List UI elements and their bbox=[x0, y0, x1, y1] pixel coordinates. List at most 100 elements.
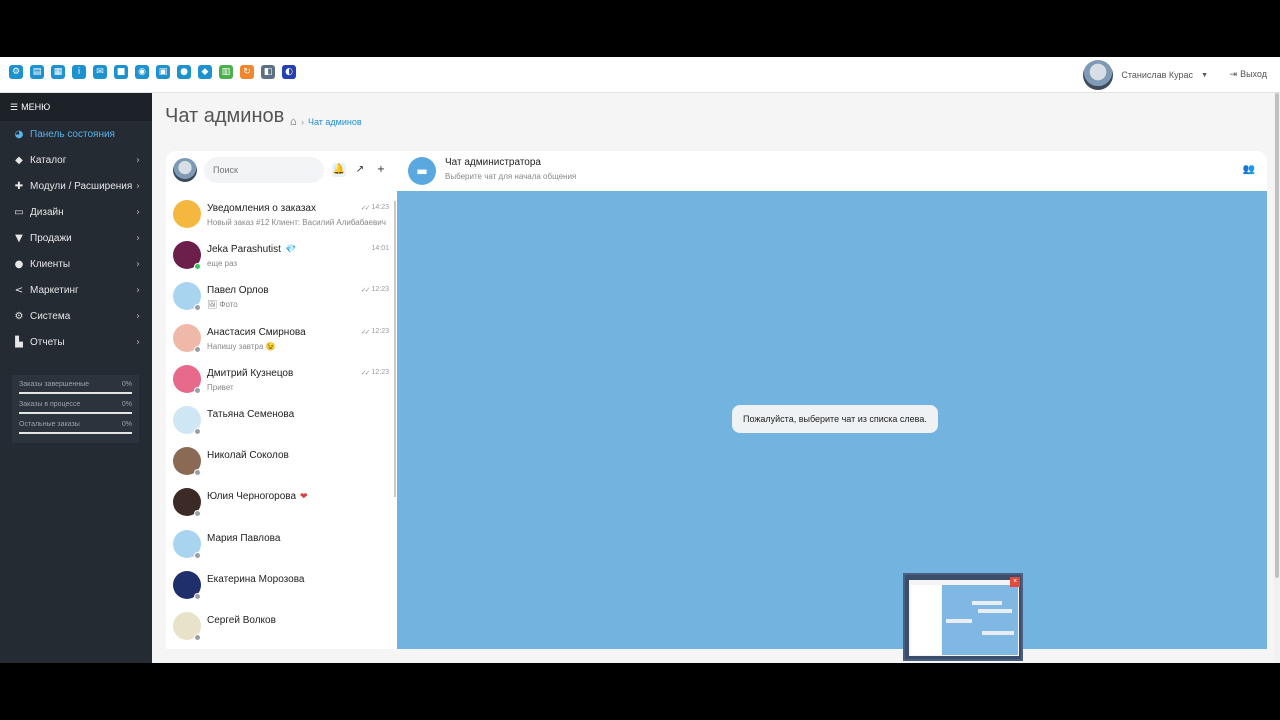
sidebar-item-5[interactable]: ▼ Продажи › bbox=[0, 225, 152, 251]
user-avatar[interactable] bbox=[1083, 60, 1114, 90]
presence-indicator bbox=[194, 469, 201, 477]
bell-icon[interactable]: 🔔 bbox=[332, 163, 346, 177]
external-link-icon[interactable]: ↗ bbox=[353, 163, 367, 177]
logout-label: Выход bbox=[1240, 69, 1267, 79]
sidebar-item-8[interactable]: ⚙ Система › bbox=[0, 303, 152, 329]
chat-list-item[interactable]: Уведомления о заказах Новый заказ #12 Кли… bbox=[166, 195, 392, 236]
message-time: ✓✓ 12:23 bbox=[361, 286, 389, 294]
last-message: Новый заказ #12 Клиент: Василий Алибабае… bbox=[207, 218, 386, 227]
double-check-icon: ✓✓ bbox=[360, 286, 371, 295]
last-message: Привет bbox=[207, 382, 234, 392]
logout-button[interactable]: ⇥ Выход bbox=[1230, 69, 1267, 80]
stat-value: 0% bbox=[121, 421, 132, 428]
spreadsheet-icon[interactable]: ▥ bbox=[219, 65, 233, 79]
chat-name-text: Jeka Parashutist bbox=[207, 244, 281, 256]
menu-toggle[interactable]: ☰ МЕНЮ bbox=[0, 93, 152, 121]
chat-list-scrollbar[interactable] bbox=[394, 201, 396, 497]
preview-chat bbox=[942, 585, 1018, 655]
sidebar-item-9[interactable]: ▙ Отчеты › bbox=[0, 329, 152, 355]
dashboard-icon: ◕ bbox=[14, 128, 24, 140]
folder-icon[interactable]: ▤ bbox=[30, 65, 44, 79]
chat-list-item[interactable]: Мария Павлова bbox=[166, 525, 392, 566]
chat-name: Екатерина Морозова bbox=[207, 574, 304, 585]
chevron-right-icon: › bbox=[136, 154, 140, 166]
presence-indicator bbox=[194, 427, 201, 435]
last-message: Напишу завтра 😉 bbox=[207, 341, 276, 351]
add-chat-button[interactable]: + bbox=[374, 163, 388, 177]
chat-list: Уведомления о заказах Новый заказ #12 Кли… bbox=[166, 195, 392, 648]
chat-list-item[interactable]: Сергей Волков bbox=[166, 607, 392, 648]
progress-bar bbox=[19, 392, 132, 394]
top-bar: ⚙ ▤ ▦ i ✉ ■ ◉ ▣ ● ◆ ▥ ↻ ◧ ◐ Станислав Курас ▼ ⇥ Выход bbox=[0, 57, 1280, 93]
message-time: ✓✓ 12:23 bbox=[361, 328, 389, 336]
sidebar-item-6[interactable]: ● Клиенты › bbox=[0, 251, 152, 277]
chat-name-text: Павел Орлов bbox=[207, 285, 269, 297]
gear-icon: ⚙ bbox=[14, 310, 24, 322]
chat-name: Jeka Parashutist 💎 bbox=[207, 244, 296, 255]
preview-list bbox=[911, 585, 941, 655]
users-icon[interactable]: ● bbox=[177, 65, 191, 79]
chat-list-item[interactable]: Николай Соколов bbox=[166, 442, 392, 483]
last-message: еще раз bbox=[207, 259, 238, 269]
sidebar-item-3[interactable]: ✚ Модули / Расширения › bbox=[0, 173, 152, 199]
stat-row: Остальные заказы 0% bbox=[19, 419, 132, 430]
refresh-icon[interactable]: ↻ bbox=[240, 65, 254, 79]
chat-list-item[interactable]: Юлия Черногорова ❤ bbox=[166, 483, 392, 524]
comments-icon[interactable]: ✉ bbox=[93, 65, 107, 79]
chevron-right-icon: › bbox=[136, 232, 140, 244]
sidebar: ☰ МЕНЮ ◕ Панель состояния ◆ Каталог › ✚ Модули… bbox=[0, 93, 152, 663]
chat-list-item[interactable]: Татьяна Семенова bbox=[166, 401, 392, 442]
stat-label: Заказы завершенные bbox=[19, 381, 90, 388]
money-icon[interactable]: ◉ bbox=[135, 65, 149, 79]
presence-indicator bbox=[194, 633, 201, 641]
time-text: 12:23 bbox=[371, 327, 389, 335]
home-icon[interactable]: ⌂ bbox=[290, 115, 297, 128]
sidebar-item-label: Отчеты bbox=[30, 336, 65, 348]
breadcrumb-link[interactable]: Чат админов bbox=[308, 117, 362, 127]
truck-icon[interactable]: ■ bbox=[114, 65, 128, 79]
screen-preview-thumbnail[interactable]: × bbox=[903, 573, 1023, 661]
chat-list-item[interactable]: Дмитрий Кузнецов Привет ✓✓ 12:23 bbox=[166, 360, 392, 401]
close-icon[interactable]: × bbox=[1010, 577, 1020, 587]
cart-icon[interactable]: ▣ bbox=[156, 65, 170, 79]
double-check-icon: ✓✓ bbox=[360, 368, 371, 377]
sidebar-item-1[interactable]: ◕ Панель состояния bbox=[0, 121, 152, 147]
info-icon[interactable]: i bbox=[72, 65, 86, 79]
chat-name: Павел Орлов bbox=[207, 285, 269, 296]
sidebar-item-7[interactable]: < Маркетинг › bbox=[0, 277, 152, 303]
chat-list-item[interactable]: Анастасия Смирнова Напишу завтра 😉 ✓✓ 12:23 bbox=[166, 319, 392, 360]
sidebar-item-4[interactable]: ▭ Дизайн › bbox=[0, 199, 152, 225]
settings-icon[interactable]: ⚙ bbox=[9, 65, 23, 79]
message-time: ✓✓ 12:23 bbox=[361, 369, 389, 377]
chat-list-header: 🔔 ↗ + bbox=[166, 151, 397, 191]
page-scrollbar[interactable] bbox=[1274, 93, 1280, 663]
chat-name-text: Мария Павлова bbox=[207, 532, 281, 544]
members-icon[interactable]: 👥 bbox=[1243, 164, 1255, 175]
chevron-right-icon: › bbox=[136, 336, 140, 348]
my-avatar[interactable] bbox=[173, 158, 197, 182]
share-icon: < bbox=[14, 284, 24, 296]
chat-list-item[interactable]: Екатерина Морозова bbox=[166, 566, 392, 607]
app-window: ⚙ ▤ ▦ i ✉ ■ ◉ ▣ ● ◆ ▥ ↻ ◧ ◐ Станислав Курас ▼ ⇥ Выход… bbox=[0, 57, 1280, 663]
sidebar-item-2[interactable]: ◆ Каталог › bbox=[0, 147, 152, 173]
chat-list-item[interactable]: Jeka Parashutist 💎 еще раз 14:01 bbox=[166, 236, 392, 277]
bar-chart-icon: ▙ bbox=[15, 336, 23, 348]
chat-bubbles-icon[interactable]: ◐ bbox=[282, 65, 296, 79]
search-input[interactable] bbox=[204, 157, 324, 183]
page-scrollbar-thumb[interactable] bbox=[1275, 93, 1279, 578]
sidebar-item-label: Продажи bbox=[30, 232, 72, 244]
grid-icon[interactable]: ▦ bbox=[51, 65, 65, 79]
double-check-icon: ✓✓ bbox=[360, 327, 371, 336]
presence-indicator bbox=[194, 345, 201, 353]
chat-list-item[interactable]: Павел Орлов 🖼 Фото ✓✓ 12:23 bbox=[166, 277, 392, 318]
user-menu[interactable]: Станислав Курас ▼ bbox=[1083, 60, 1208, 90]
sidebar-item-label: Модули / Расширения bbox=[30, 180, 133, 192]
user-name[interactable]: Станислав Курас bbox=[1121, 70, 1193, 80]
puzzle-icon[interactable]: ◧ bbox=[261, 65, 275, 79]
stat-label: Заказы в процессе bbox=[19, 401, 81, 408]
chat-name-text: Николай Соколов bbox=[207, 450, 289, 462]
sidebar-nav: ◕ Панель состояния ◆ Каталог › ✚ Модули / Расш… bbox=[0, 121, 152, 355]
chat-name: Татьяна Семенова bbox=[207, 409, 294, 420]
caret-down-icon[interactable]: ▼ bbox=[1201, 72, 1208, 79]
sitemap-icon[interactable]: ◆ bbox=[198, 65, 212, 79]
